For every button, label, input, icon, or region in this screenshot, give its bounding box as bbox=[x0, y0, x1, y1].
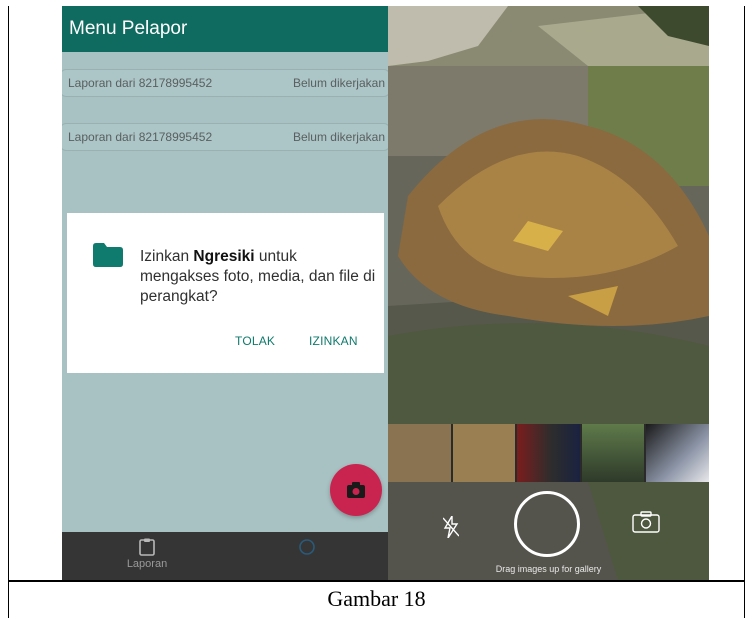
nav-other[interactable] bbox=[262, 538, 352, 558]
camera-fab-button[interactable] bbox=[330, 464, 382, 516]
nav-icon bbox=[299, 539, 315, 555]
app-name: Ngresiki bbox=[193, 248, 255, 265]
allow-button[interactable]: IZINKAN bbox=[309, 334, 358, 348]
camera-icon bbox=[347, 482, 365, 498]
thumbnail[interactable] bbox=[581, 424, 647, 482]
gallery-hint: Drag images up for gallery bbox=[495, 564, 602, 574]
report-title: Laporan dari 82178995452 bbox=[68, 130, 213, 144]
report-title: Laporan dari 82178995452 bbox=[68, 76, 213, 90]
thumbnail[interactable] bbox=[452, 424, 518, 482]
report-status: Belum dikerjakan bbox=[292, 76, 385, 90]
thumbnail[interactable] bbox=[388, 424, 453, 482]
figure-caption: Gambar 18 bbox=[327, 586, 426, 611]
nav-laporan-label: Laporan bbox=[126, 558, 168, 570]
permission-dialog: Izinkan Ngresiki untuk mengakses foto, m… bbox=[67, 213, 384, 373]
thumbnail[interactable] bbox=[646, 424, 709, 482]
clipboard-icon bbox=[139, 538, 155, 556]
camera-screen: Drag images up for gallery bbox=[388, 6, 709, 581]
deny-button[interactable]: TOLAK bbox=[235, 334, 275, 348]
report-item[interactable]: Laporan dari 82178995452 Belum dikerjaka… bbox=[62, 123, 388, 151]
shutter-button[interactable] bbox=[514, 491, 580, 557]
report-item[interactable]: Laporan dari 82178995452 Belum dikerjaka… bbox=[62, 69, 388, 97]
folder-icon bbox=[93, 243, 123, 267]
app-title: Menu Pelapor bbox=[62, 6, 388, 52]
permission-message: Izinkan Ngresiki untuk mengakses foto, m… bbox=[140, 248, 376, 305]
report-status: Belum dikerjakan bbox=[292, 130, 385, 144]
nav-laporan[interactable]: Laporan bbox=[102, 538, 192, 570]
flash-off-icon[interactable] bbox=[443, 516, 459, 538]
bottom-navigation: Laporan bbox=[62, 532, 388, 581]
recent-photos-strip[interactable] bbox=[388, 424, 709, 482]
thumbnail[interactable] bbox=[517, 424, 582, 482]
reporter-app-screen: Menu Pelapor Laporan dari 82178995452 Be… bbox=[62, 6, 388, 581]
caption-divider bbox=[8, 580, 745, 582]
switch-camera-icon[interactable] bbox=[632, 511, 660, 533]
